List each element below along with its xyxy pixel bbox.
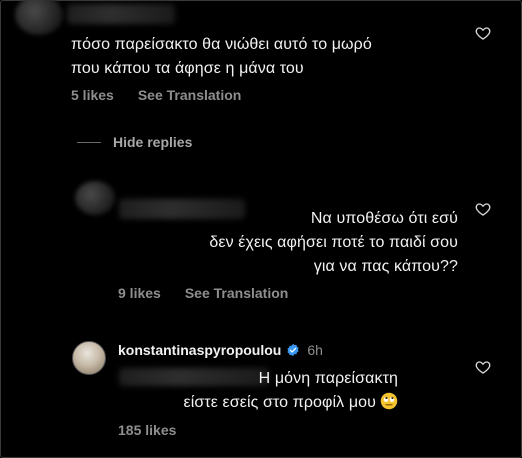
rolling-eyes-emoji-icon xyxy=(380,392,398,410)
comment-1-heart-icon[interactable] xyxy=(475,25,491,41)
comment-3-line-2-wrap: είστε εσείς στο προφίλ μου xyxy=(118,391,398,415)
comment-3-username[interactable]: konstantinaspyropoulou xyxy=(118,342,281,358)
comment-3-heart-icon[interactable] xyxy=(475,359,491,375)
comment-2-line-1: Να υποθέσω ότι εσύ xyxy=(310,210,458,227)
comment-3-time: 6h xyxy=(307,342,323,358)
comment-1-line-2: που κάπου τα άφησε η μάνα του xyxy=(71,60,304,77)
comment-2-line-3: για να πας κάπου?? xyxy=(313,258,458,275)
comment-3-meta: 185 likes xyxy=(118,422,176,438)
comment-1-text: πόσο παρείσακτο θα νιώθει αυτό το μωρό π… xyxy=(71,33,372,81)
comment-2-line-2: δεν έχεις αφήσει ποτέ το παιδί σου xyxy=(209,234,458,251)
comments-panel: πόσο παρείσακτο θα νιώθει αυτό το μωρό π… xyxy=(0,0,522,458)
blurred-username xyxy=(67,4,175,24)
comment-3-text: Η μόνη παρείσακτη είστε εσείς στο προφίλ… xyxy=(118,367,398,415)
comment-2-likes[interactable]: 9 likes xyxy=(118,285,161,301)
avatar[interactable] xyxy=(72,341,106,375)
comment-1-likes[interactable]: 5 likes xyxy=(71,87,114,103)
comment-3-line-2: είστε εσείς στο προφίλ μου xyxy=(183,394,376,411)
comment-1-line-1: πόσο παρείσακτο θα νιώθει αυτό το μωρό xyxy=(71,36,372,53)
comment-3-likes[interactable]: 185 likes xyxy=(118,422,176,438)
comment-1-meta: 5 likes See Translation xyxy=(71,87,241,103)
comment-1-see-translation[interactable]: See Translation xyxy=(138,87,241,103)
comment-2-heart-icon[interactable] xyxy=(475,201,491,217)
blurred-avatar xyxy=(75,181,115,215)
blurred-avatar xyxy=(15,0,63,35)
comment-3-header: konstantinaspyropoulou 6h xyxy=(118,342,323,358)
comment-2-meta: 9 likes See Translation xyxy=(118,285,288,301)
hide-replies-button[interactable]: Hide replies xyxy=(77,134,192,150)
comment-2-text: Να υποθέσω ότι εσύ δεν έχεις αφήσει ποτέ… xyxy=(118,207,458,279)
verified-badge-icon xyxy=(287,343,299,357)
hide-replies-label: Hide replies xyxy=(113,134,193,150)
comment-2-see-translation[interactable]: See Translation xyxy=(185,285,288,301)
comment-3-line-1: Η μόνη παρείσακτη xyxy=(258,370,398,387)
hide-replies-divider xyxy=(77,141,101,143)
